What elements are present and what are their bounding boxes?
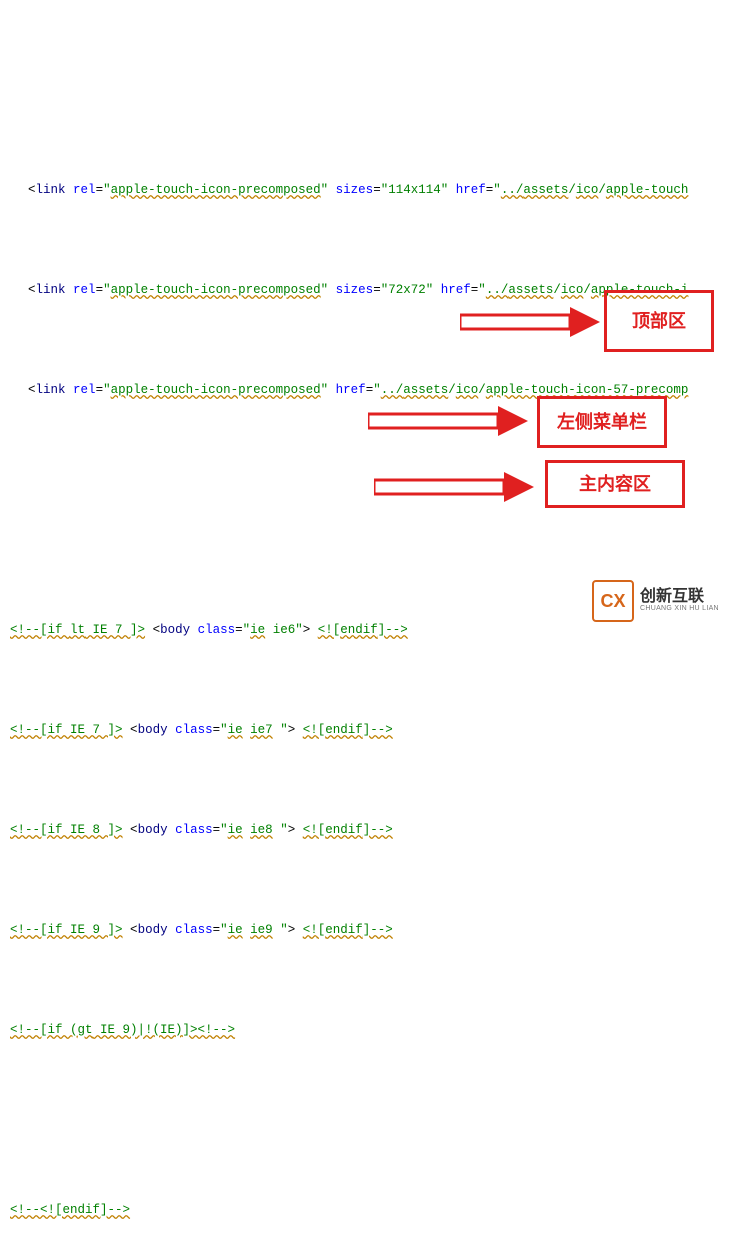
watermark: CX 创新互联 CHUANG XIN HU LIAN: [586, 573, 732, 628]
blank-line: [0, 520, 732, 540]
code-line-link: <link rel="apple-touch-icon-precomposed"…: [0, 180, 732, 200]
arrow-main: [374, 472, 534, 502]
code-line: [0, 80, 732, 100]
code-line-cc: <!--[if IE 9 ]> <body class="ie ie9 "> <…: [0, 920, 732, 940]
code-editor: <link rel="apple-touch-icon-precomposed"…: [0, 0, 732, 1256]
code-line-cc: <!--[if IE 8 ]> <body class="ie ie8 "> <…: [0, 820, 732, 840]
code-line-cc: <!--[if IE 7 ]> <body class="ie ie7 "> <…: [0, 720, 732, 740]
label-top: 顶部区: [604, 290, 714, 352]
watermark-text-zh: 创新互联: [640, 589, 719, 605]
label-main: 主内容区: [545, 460, 685, 508]
blank-line: [0, 1100, 732, 1120]
label-left: 左侧菜单栏: [537, 396, 667, 448]
code-line-cc: <!--<![endif]-->: [0, 1200, 732, 1220]
arrow-top: [460, 307, 600, 337]
code-line-cc: <!--[if (gt IE 9)|!(IE)]><!-->: [0, 1020, 732, 1040]
watermark-logo-icon: CX: [592, 580, 634, 622]
watermark-text-py: CHUANG XIN HU LIAN: [640, 605, 719, 612]
arrow-left: [368, 406, 528, 436]
